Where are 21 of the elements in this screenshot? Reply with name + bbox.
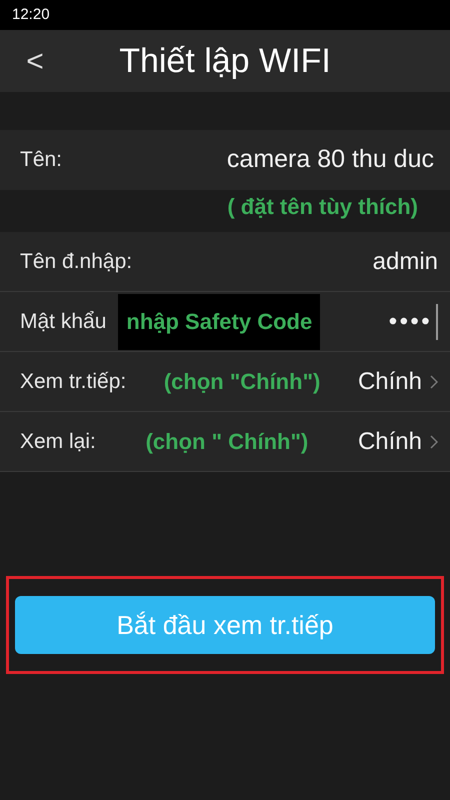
status-time: 12:20 <box>12 4 50 25</box>
name-field[interactable]: camera 80 thu duc <box>226 141 434 179</box>
annotation-text: (chọn " Chính") <box>146 428 308 456</box>
field-value: Chính <box>358 426 422 456</box>
annotation-label: nhập Safety Code <box>118 294 320 350</box>
chevron-right-icon <box>430 374 438 388</box>
annotation-text: ( đặt tên tùy thích) <box>227 193 418 221</box>
settings-row[interactable]: Xem tr.tiếp: (chọn "Chính") Chính <box>0 352 450 412</box>
back-button[interactable]: < <box>20 38 50 84</box>
password-field[interactable]: •••• <box>388 304 438 340</box>
page-title: Thiết lập WIFI <box>118 40 332 82</box>
annotation-text: (chọn "Chính") <box>164 368 320 396</box>
field-label: Xem tr.tiếp: <box>20 368 126 395</box>
field-value: Chính <box>358 366 422 396</box>
field-label: Mật khẩu <box>20 308 106 335</box>
chevron-right-icon <box>430 434 438 448</box>
field-value: admin <box>372 246 438 276</box>
settings-row[interactable]: Xem lại: (chọn " Chính") Chính <box>0 412 450 472</box>
field-label: Xem lại: <box>20 428 96 455</box>
field-label: Tên đ.nhập: <box>20 248 132 275</box>
field-label: Tên: <box>20 147 62 174</box>
